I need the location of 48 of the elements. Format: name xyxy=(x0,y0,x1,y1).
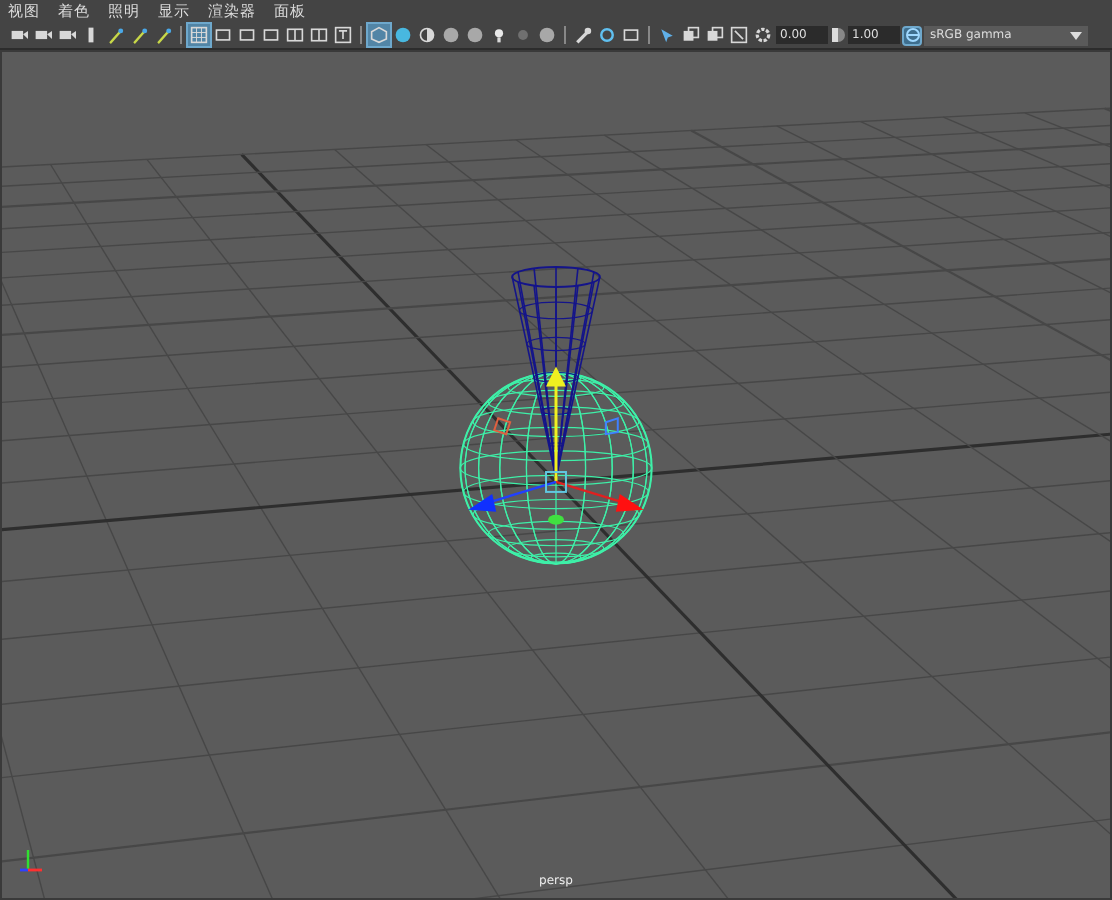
sphere-icon xyxy=(538,26,556,44)
dot-icon xyxy=(514,26,532,44)
toolbar-button[interactable] xyxy=(332,24,354,46)
toolbar-button[interactable] xyxy=(596,24,618,46)
bulb-icon xyxy=(490,26,508,44)
toolbar-button[interactable] xyxy=(680,24,702,46)
pen-icon xyxy=(154,26,172,44)
split-frame-icon xyxy=(286,26,304,44)
toolbar-button[interactable] xyxy=(308,24,330,46)
toolbar-button[interactable] xyxy=(212,24,234,46)
camera-icon xyxy=(58,26,76,44)
toolbar-button[interactable] xyxy=(464,24,486,46)
caret-icon xyxy=(1070,31,1082,39)
hexagon-icon xyxy=(370,26,388,44)
toolbar-button[interactable] xyxy=(416,24,438,46)
frame-icon xyxy=(622,26,640,44)
pen-icon xyxy=(130,26,148,44)
ring-icon xyxy=(598,26,616,44)
half-circle-icon xyxy=(418,26,436,44)
toolbar-button[interactable] xyxy=(728,24,750,46)
gear-icon xyxy=(754,26,772,44)
camera-icon xyxy=(10,26,28,44)
toolbar-button[interactable] xyxy=(620,24,642,46)
slash-box-icon xyxy=(730,26,748,44)
toolbar-button[interactable] xyxy=(752,24,774,46)
move-manipulator-drawing[interactable] xyxy=(468,366,644,525)
split-frame-icon xyxy=(310,26,328,44)
text-frame-icon xyxy=(334,26,352,44)
toolbar-button[interactable] xyxy=(260,24,282,46)
toolbar-button[interactable] xyxy=(656,24,678,46)
grid-icon xyxy=(190,26,208,44)
toolbar-button[interactable] xyxy=(152,24,174,46)
toolbar-button[interactable] xyxy=(128,24,150,46)
toolbar-button[interactable] xyxy=(704,24,726,46)
toolbar-button[interactable] xyxy=(536,24,558,46)
pen-icon xyxy=(106,26,124,44)
gamma-icon xyxy=(830,26,846,44)
toolbar-button[interactable] xyxy=(440,24,462,46)
camera-icon xyxy=(34,26,52,44)
color-management-toggle[interactable] xyxy=(902,25,922,45)
toolbar-button[interactable] xyxy=(392,24,414,46)
toolbar-button[interactable] xyxy=(104,24,126,46)
toolbar-button[interactable] xyxy=(572,24,594,46)
toolbar-button[interactable] xyxy=(236,24,258,46)
cursor-icon xyxy=(658,26,676,44)
toolbar-button[interactable] xyxy=(284,24,306,46)
sphere-icon xyxy=(394,26,412,44)
brush-icon xyxy=(574,26,592,44)
